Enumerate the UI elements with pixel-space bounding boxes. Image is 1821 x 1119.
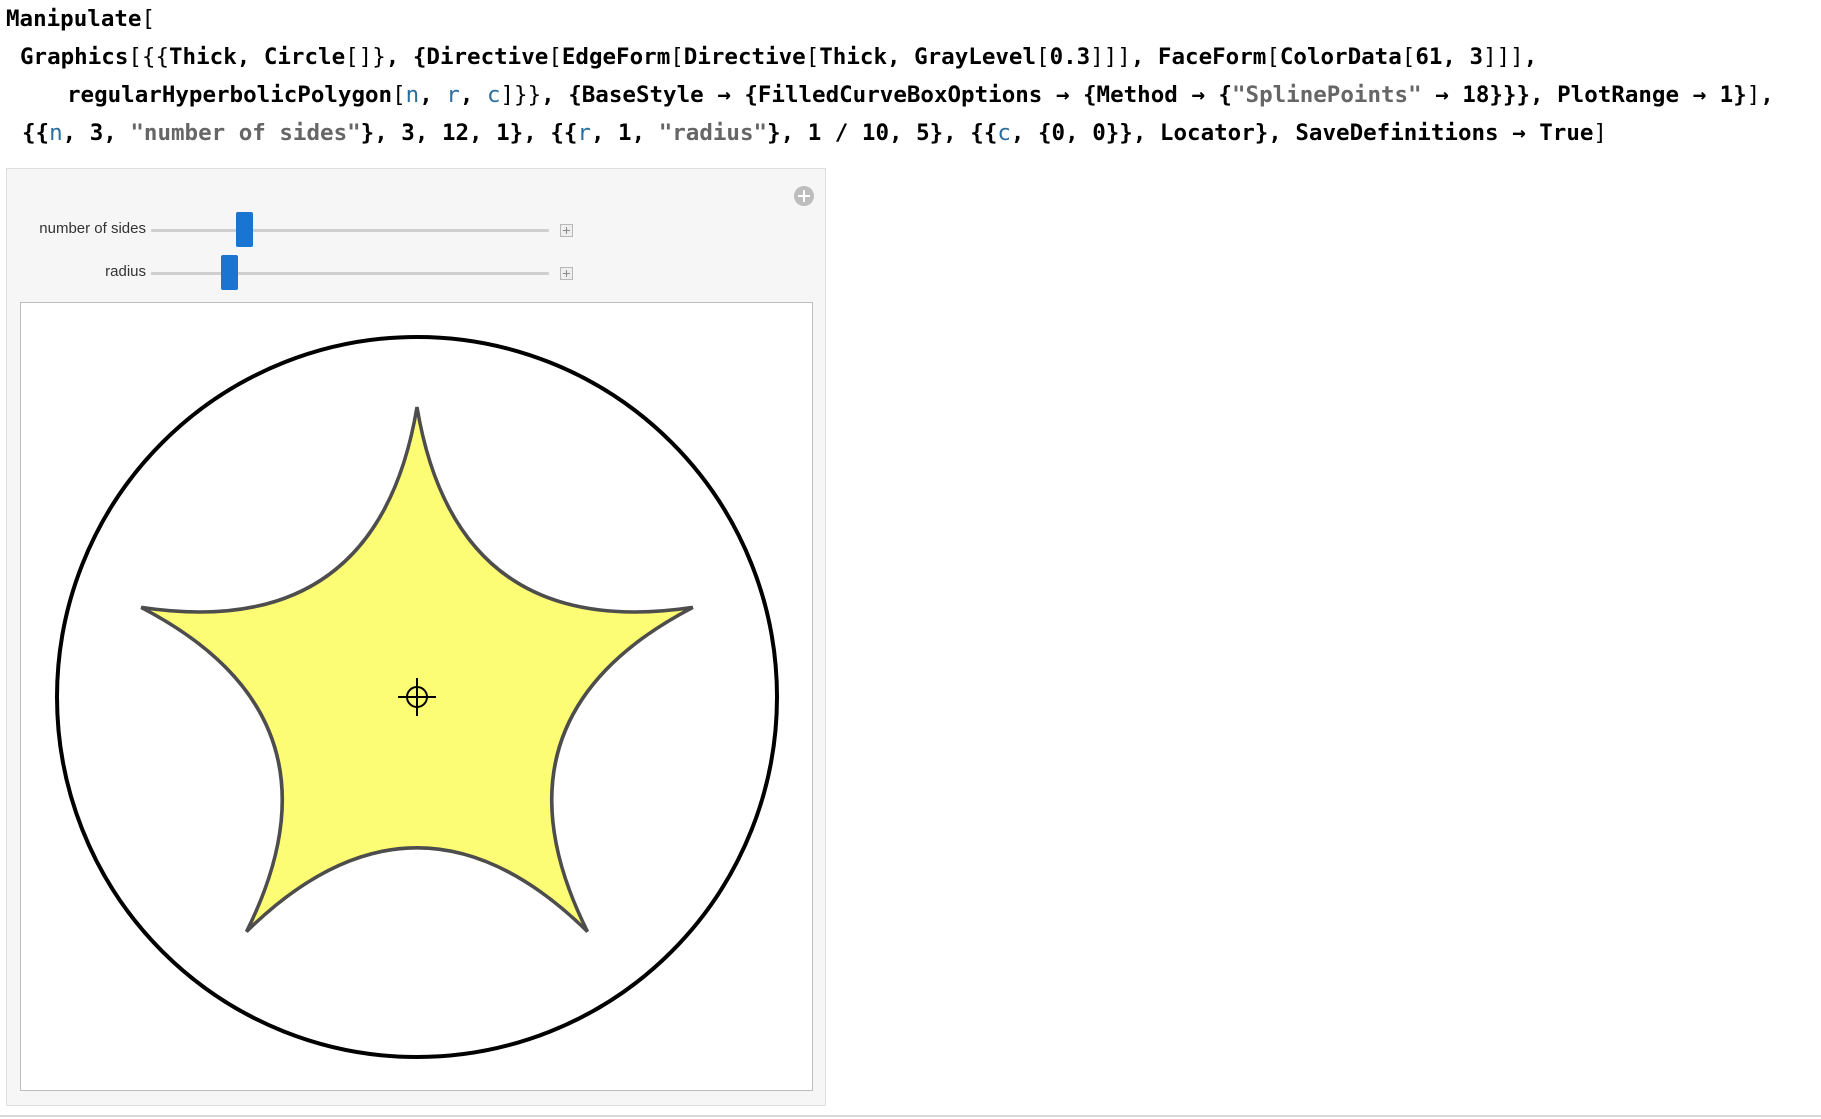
options-plus-icon[interactable] xyxy=(794,186,814,206)
code-token: , xyxy=(1760,82,1774,108)
code-token: ]]] xyxy=(1483,44,1524,70)
code-token: EdgeForm xyxy=(561,44,671,70)
code-token: c xyxy=(486,82,501,108)
code-token: , 1, xyxy=(590,120,659,146)
manipulate-panel: number of sides radius xyxy=(6,168,826,1106)
cell-bottom-divider xyxy=(0,1115,1821,1117)
code-token: [ xyxy=(805,44,820,70)
code-token: , xyxy=(419,82,447,108)
code-token: }, 1 / 10, 5}, {{ xyxy=(767,120,998,146)
code-line-3: regularHyperbolicPolygon[n, r, c]}}, {Ba… xyxy=(6,76,1774,114)
code-token: [ xyxy=(1266,44,1280,70)
code-token: "radius" xyxy=(658,120,768,146)
number-of-sides-slider-thumb[interactable] xyxy=(235,212,253,247)
code-token: n xyxy=(405,82,420,108)
code-token: Graphics xyxy=(20,44,129,70)
code-token: }, 3, 12, 1}, {{ xyxy=(360,120,578,146)
code-token: [ xyxy=(141,6,156,32)
code-token: "number of sides" xyxy=(130,120,361,146)
code-token: ColorData xyxy=(1279,44,1402,70)
code-token: , { xyxy=(385,44,427,70)
code-token: {{ xyxy=(22,120,50,146)
code-token: Directive xyxy=(683,44,806,70)
graphics-output[interactable] xyxy=(20,302,813,1091)
code-token: [ xyxy=(548,44,562,70)
code-token: [ xyxy=(1401,44,1416,70)
number-of-sides-slider[interactable] xyxy=(151,229,549,232)
code-token: []} xyxy=(345,44,386,70)
code-token: c xyxy=(997,120,1011,146)
code-token: , xyxy=(459,82,487,108)
code-token: [ xyxy=(1036,44,1050,70)
radius-expand-button[interactable] xyxy=(560,267,573,280)
hyperbolic-polygon xyxy=(140,406,694,933)
code-token: regularHyperbolicPolygon xyxy=(67,82,393,108)
radius-slider-thumb[interactable] xyxy=(220,255,238,290)
code-token: r xyxy=(446,82,460,108)
code-token: ]}} xyxy=(500,82,542,108)
code-token: → 18}}}, PlotRange → 1} xyxy=(1421,82,1747,108)
code-token: 61, 3 xyxy=(1415,44,1484,70)
graphics-canvas xyxy=(55,335,779,1059)
code-token: r xyxy=(577,120,591,146)
code-token: ]]] xyxy=(1090,44,1131,70)
code-token: Thick, Circle xyxy=(169,44,346,70)
code-token: "SplinePoints" xyxy=(1231,82,1422,108)
code-token: [{{ xyxy=(128,44,170,70)
code-token: Manipulate xyxy=(6,6,142,32)
code-token: , {BaseStyle → {FilledCurveBoxOptions → … xyxy=(541,82,1232,108)
code-token: 0.3 xyxy=(1049,44,1091,70)
code-line-4: {{n, 3, "number of sides"}, 3, 12, 1}, {… xyxy=(6,114,1774,152)
code-token: Thick, GrayLevel xyxy=(819,44,1037,70)
code-line-2: Graphics[{{Thick, Circle[]}, {Directive[… xyxy=(6,38,1774,76)
radius-label: radius xyxy=(105,263,146,280)
code-token: ] xyxy=(1746,82,1761,108)
code-token: n xyxy=(49,120,63,146)
number-of-sides-label: number of sides xyxy=(39,220,146,237)
radius-slider[interactable] xyxy=(151,272,549,275)
code-input-cell[interactable]: Manipulate[Graphics[{{Thick, Circle[]}, … xyxy=(6,0,1774,152)
code-token: [ xyxy=(670,44,684,70)
number-of-sides-expand-button[interactable] xyxy=(560,224,573,237)
code-token: , {0, 0}}, Locator}, SaveDefinitions → T… xyxy=(1010,120,1594,146)
code-token: ] xyxy=(1593,120,1607,146)
code-token: , FaceForm xyxy=(1130,44,1267,70)
code-token: , 3, xyxy=(62,120,131,146)
code-token: [ xyxy=(392,82,406,108)
code-token: Directive xyxy=(426,44,549,70)
code-line-1: Manipulate[ xyxy=(6,0,1774,38)
code-token: , xyxy=(1523,44,1538,70)
